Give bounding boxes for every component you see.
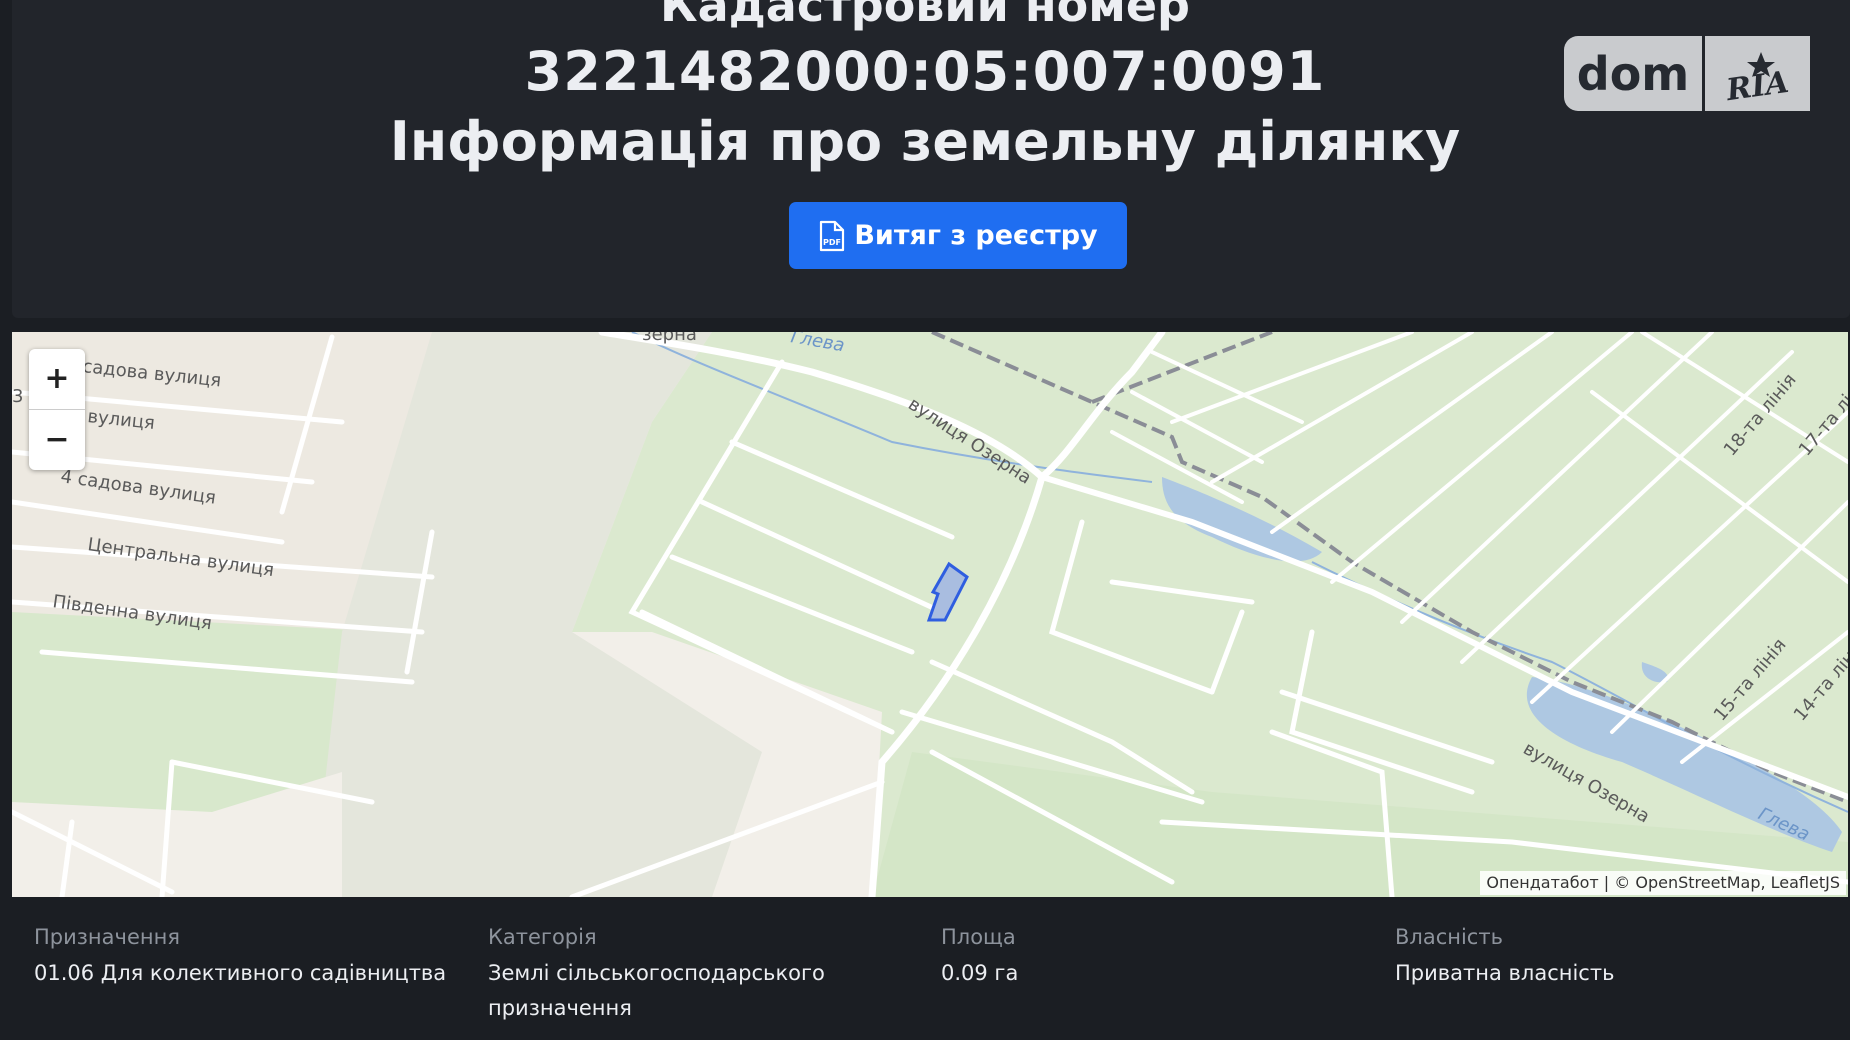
map-street-label: 3 (12, 386, 23, 407)
registry-extract-button[interactable]: PDF Витяг з реєстру (789, 202, 1127, 269)
zoom-out-button[interactable]: − (29, 410, 85, 470)
info-label: Призначення (34, 925, 180, 949)
map[interactable]: зерна Глева садова вулиця 3 вулиця 4 сад… (12, 332, 1848, 897)
page-title: Кадастровий номер (660, 0, 1190, 32)
info-label: Площа (941, 925, 1016, 949)
info-label: Категорія (488, 925, 597, 949)
info-value: Землі сільськогосподарського призначення (488, 961, 825, 1020)
info-area: Площа 0.09 га (941, 920, 1371, 991)
info-value: Приватна власність (1395, 961, 1615, 985)
info-value: 01.06 Для колективного садівництва (34, 961, 447, 985)
logo-ria-mark: RIA (1705, 36, 1810, 111)
domria-logo[interactable]: dom RIA (1564, 36, 1810, 111)
info-ownership: Власність Приватна власність (1395, 920, 1825, 991)
map-street-label: зерна (642, 332, 697, 345)
zoom-in-button[interactable]: + (29, 349, 85, 409)
info-category: Категорія Землі сільськогосподарського п… (488, 920, 878, 1026)
page-subtitle: Інформація про земельну ділянку (389, 110, 1461, 173)
svg-text:RIA: RIA (1723, 64, 1791, 103)
info-value: 0.09 га (941, 961, 1019, 985)
zoom-control: + − (29, 349, 85, 470)
registry-extract-label: Витяг з реєстру (854, 220, 1098, 251)
map-attribution[interactable]: Опендатабот | © OpenStreetMap, LeafletJS (1480, 871, 1846, 895)
svg-text:PDF: PDF (823, 238, 841, 247)
pdf-file-icon: PDF (820, 220, 845, 251)
info-purpose: Призначення 01.06 Для колективного садів… (34, 920, 464, 991)
info-label: Власність (1395, 925, 1503, 949)
map-canvas[interactable]: зерна Глева садова вулиця 3 вулиця 4 сад… (12, 332, 1848, 897)
logo-dom-text: dom (1564, 36, 1702, 111)
